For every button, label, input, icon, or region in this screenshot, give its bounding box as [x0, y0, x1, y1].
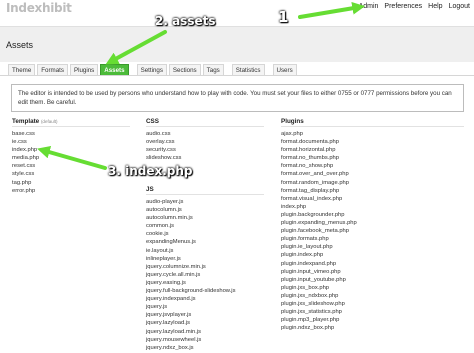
annotation-step-2: 2. assets — [155, 14, 216, 28]
annotation-step-3: 3. index.php — [108, 164, 193, 178]
arrow-to-admin — [298, 1, 366, 19]
arrow-to-index-php — [37, 145, 107, 170]
annotation-arrows — [37, 1, 366, 170]
arrow-to-assets-tab — [105, 30, 167, 65]
annotation-step-1: 1 — [278, 8, 289, 26]
